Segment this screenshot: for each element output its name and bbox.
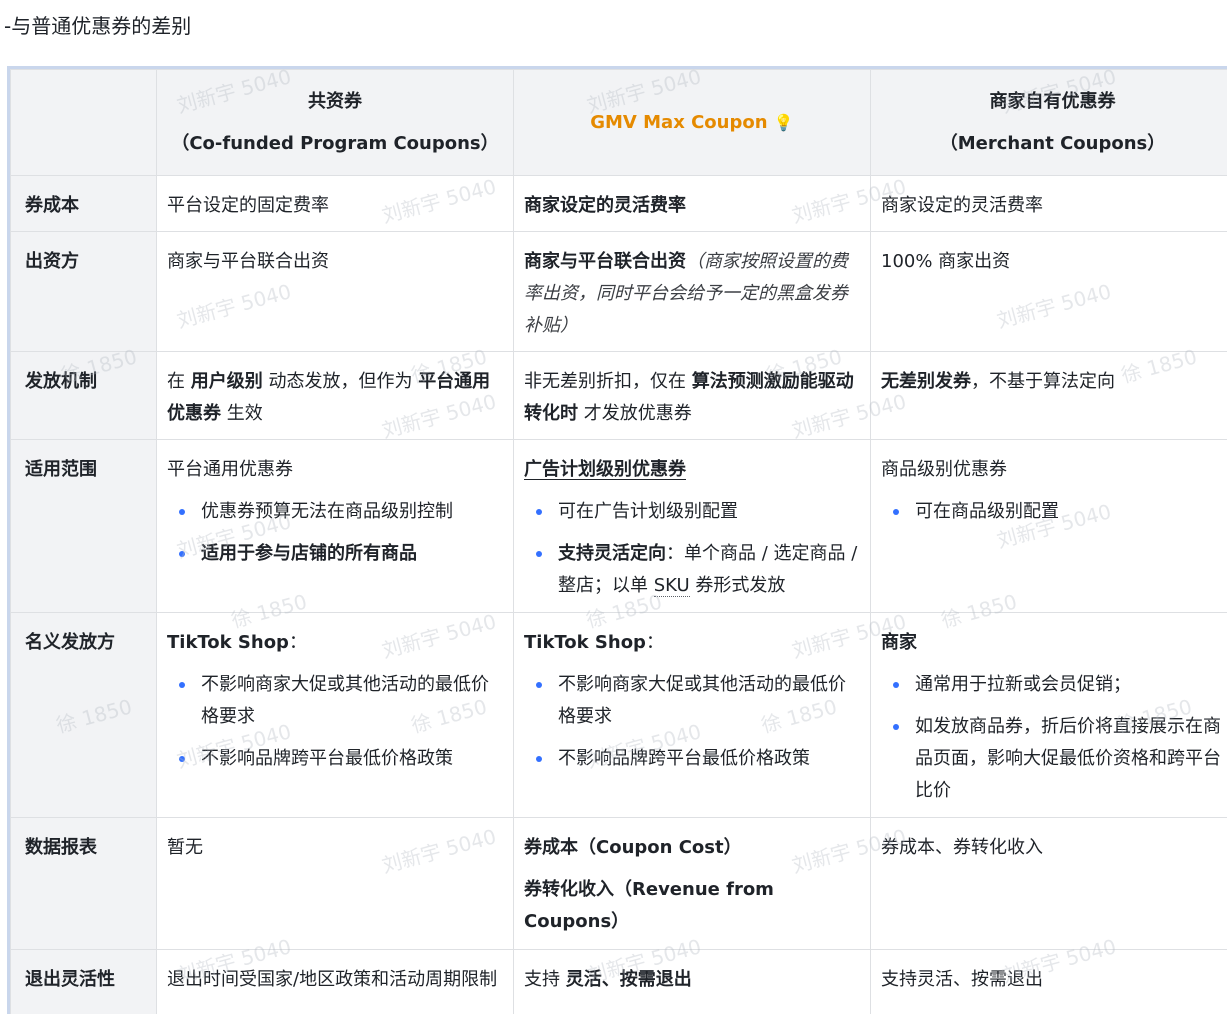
cell-report-gmv: 券成本（Coupon Cost） 券转化收入（Revenue from Coup… bbox=[513, 817, 871, 950]
cell-funder-cofunded: 商家与平台联合出资 bbox=[156, 231, 514, 352]
list-item: 适用于参与店铺的所有商品 bbox=[167, 538, 503, 570]
row-label-funder: 出资方 bbox=[10, 231, 157, 352]
text-segment: 在 bbox=[167, 371, 191, 392]
cell-issuer-merchant: 商家 通常用于拉新或会员促销； 如发放商品券，折后价将直接展示在商品页面，影响大… bbox=[870, 612, 1227, 818]
text-segment: 券形式发放 bbox=[689, 575, 786, 596]
text-bold: 券成本（Coupon Cost） bbox=[524, 837, 742, 858]
list-item: 通常用于拉新或会员促销； bbox=[881, 669, 1224, 701]
list-item: 不影响品牌跨平台最低价格政策 bbox=[524, 743, 860, 775]
sku-term[interactable]: SKU bbox=[653, 575, 690, 597]
cell-issuer-gmv-title: TikTok Shop： bbox=[524, 627, 860, 659]
cell-cost-merchant: 商家设定的灵活费率 bbox=[870, 175, 1227, 232]
text-bold: TikTok Shop bbox=[524, 632, 646, 653]
table-row: 券成本 平台设定的固定费率 商家设定的灵活费率 商家设定的灵活费率 bbox=[10, 175, 1227, 232]
cell-scope-cofunded-title: 平台通用优惠券 bbox=[167, 459, 293, 480]
table-row: 数据报表 暂无 券成本（Coupon Cost） 券转化收入（Revenue f… bbox=[10, 817, 1227, 950]
bullet-list: 不影响商家大促或其他活动的最低价格要求 不影响品牌跨平台最低价格政策 bbox=[524, 669, 860, 775]
row-label-issuer: 名义发放方 bbox=[10, 612, 157, 818]
list-item: 不影响商家大促或其他活动的最低价格要求 bbox=[524, 669, 860, 733]
cell-issuer-cofunded-title: TikTok Shop： bbox=[167, 627, 503, 659]
bullet-list: 通常用于拉新或会员促销； 如发放商品券，折后价将直接展示在商品页面，影响大促最低… bbox=[881, 669, 1224, 807]
cell-mechanism-merchant: 无差别发券，不基于算法定向 bbox=[870, 351, 1227, 440]
cell-issuer-cofunded: TikTok Shop： 不影响商家大促或其他活动的最低价格要求 不影响品牌跨平… bbox=[156, 612, 514, 818]
text-bold: TikTok Shop bbox=[167, 632, 289, 653]
comparison-table: 共资券 （Co-funded Program Coupons） GMV Max … bbox=[7, 66, 1227, 1014]
cell-exit-merchant: 支持灵活、按需退出 bbox=[870, 949, 1227, 1014]
cell-scope-cofunded: 平台通用优惠券 优惠券预算无法在商品级别控制 适用于参与店铺的所有商品 bbox=[156, 439, 514, 613]
text-segment: 非无差别折扣，仅在 bbox=[524, 371, 692, 392]
header-corner bbox=[10, 69, 157, 176]
row-label-report: 数据报表 bbox=[10, 817, 157, 950]
cell-issuer-gmv: TikTok Shop： 不影响商家大促或其他活动的最低价格要求 不影响品牌跨平… bbox=[513, 612, 871, 818]
cell-scope-gmv-title: 广告计划级别优惠券 bbox=[524, 454, 860, 486]
list-item: 优惠券预算无法在商品级别控制 bbox=[167, 496, 503, 528]
cell-scope-merchant: 商品级别优惠券 可在商品级别配置 bbox=[870, 439, 1227, 613]
cell-scope-gmv: 广告计划级别优惠券 可在广告计划级别配置 支持灵活定向：单个商品 / 选定商品 … bbox=[513, 439, 871, 613]
text-bold: 适用于参与店铺的所有商品 bbox=[201, 543, 417, 564]
cell-report-cofunded: 暂无 bbox=[156, 817, 514, 950]
row-label-exit: 退出灵活性 bbox=[10, 949, 157, 1014]
table-row: 发放机制 在 用户级别 动态发放，但作为 平台通用优惠券 生效 非无差别折扣，仅… bbox=[10, 351, 1227, 440]
list-item: 如发放商品券，折后价将直接展示在商品页面，影响大促最低价资格和跨平台比价 bbox=[881, 711, 1224, 807]
header-cofunded-subtitle: （Co-funded Program Coupons） bbox=[171, 132, 499, 154]
list-item: 可在商品级别配置 bbox=[881, 496, 1224, 528]
text-segment: ，不基于算法定向 bbox=[971, 371, 1115, 392]
table-row: 适用范围 平台通用优惠券 优惠券预算无法在商品级别控制 适用于参与店铺的所有商品… bbox=[10, 439, 1227, 613]
lightbulb-icon: 💡 bbox=[773, 112, 794, 132]
cell-cost-gmv-text: 商家设定的灵活费率 bbox=[524, 195, 686, 216]
header-merchant: 商家自有优惠券 （Merchant Coupons） bbox=[870, 69, 1227, 176]
table-header-row: 共资券 （Co-funded Program Coupons） GMV Max … bbox=[10, 69, 1227, 176]
list-item: 支持灵活定向：单个商品 / 选定商品 / 整店；以单 SKU 券形式发放 bbox=[524, 538, 860, 602]
header-merchant-title: 商家自有优惠券 bbox=[989, 90, 1116, 112]
row-label-scope: 适用范围 bbox=[10, 439, 157, 613]
cell-cost-gmv: 商家设定的灵活费率 bbox=[513, 175, 871, 232]
header-gmv-max-title: GMV Max Coupon bbox=[590, 111, 768, 133]
cell-mechanism-gmv: 非无差别折扣，仅在 算法预测激励能驱动转化时 才发放优惠券 bbox=[513, 351, 871, 440]
cell-cost-cofunded: 平台设定的固定费率 bbox=[156, 175, 514, 232]
list-item: 可在广告计划级别配置 bbox=[524, 496, 860, 528]
bullet-list: 可在商品级别配置 bbox=[881, 496, 1224, 528]
cell-report-merchant: 券成本、券转化收入 bbox=[870, 817, 1227, 950]
text-segment: ： bbox=[645, 632, 664, 653]
header-merchant-subtitle: （Merchant Coupons） bbox=[939, 132, 1166, 154]
report-cost-line: 券成本（Coupon Cost） bbox=[524, 832, 860, 864]
list-item: 不影响商家大促或其他活动的最低价格要求 bbox=[167, 669, 503, 733]
row-label-mechanism: 发放机制 bbox=[10, 351, 157, 440]
text-segment: 支持 bbox=[524, 969, 566, 990]
table-row: 退出灵活性 退出时间受国家/地区政策和活动周期限制 支持 灵活、按需退出 支持灵… bbox=[10, 949, 1227, 1014]
text-bold: 用户级别 bbox=[190, 371, 263, 392]
text-segment: 才发放优惠券 bbox=[578, 403, 692, 424]
text-segment: ： bbox=[288, 632, 307, 653]
bullet-list: 优惠券预算无法在商品级别控制 适用于参与店铺的所有商品 bbox=[167, 496, 503, 570]
text-bold: 支持灵活定向 bbox=[558, 543, 666, 564]
header-gmv-max: GMV Max Coupon 💡 bbox=[513, 69, 871, 176]
table-row: 名义发放方 TikTok Shop： 不影响商家大促或其他活动的最低价格要求 不… bbox=[10, 612, 1227, 818]
bullet-list: 不影响商家大促或其他活动的最低价格要求 不影响品牌跨平台最低价格政策 bbox=[167, 669, 503, 775]
table-row: 出资方 商家与平台联合出资 商家与平台联合出资（商家按照设置的费率出资，同时平台… bbox=[10, 231, 1227, 352]
cell-mechanism-cofunded: 在 用户级别 动态发放，但作为 平台通用优惠券 生效 bbox=[156, 351, 514, 440]
text-bold: 券转化收入（Revenue from Coupons） bbox=[524, 879, 774, 932]
cell-funder-merchant: 100% 商家出资 bbox=[870, 231, 1227, 352]
text-bold: 灵活、按需退出 bbox=[565, 969, 692, 990]
cell-funder-gmv: 商家与平台联合出资（商家按照设置的费率出资，同时平台会给予一定的黑盒发券补贴） bbox=[513, 231, 871, 352]
row-label-cost: 券成本 bbox=[10, 175, 157, 232]
bullet-list: 可在广告计划级别配置 支持灵活定向：单个商品 / 选定商品 / 整店；以单 SK… bbox=[524, 496, 860, 602]
cell-scope-merchant-title: 商品级别优惠券 bbox=[881, 459, 1007, 480]
text-underlined: 广告计划级别优惠券 bbox=[524, 459, 686, 480]
cell-funder-gmv-bold: 商家与平台联合出资 bbox=[524, 251, 686, 272]
text-bold: 无差别发券 bbox=[881, 371, 971, 392]
report-revenue-line: 券转化收入（Revenue from Coupons） bbox=[524, 874, 860, 938]
text-segment: 动态发放，但作为 bbox=[262, 371, 419, 392]
header-cofunded-title: 共资券 bbox=[308, 90, 362, 112]
header-cofunded: 共资券 （Co-funded Program Coupons） bbox=[156, 69, 514, 176]
text-segment: 生效 bbox=[221, 403, 263, 424]
cell-exit-gmv: 支持 灵活、按需退出 bbox=[513, 949, 871, 1014]
list-item: 不影响品牌跨平台最低价格政策 bbox=[167, 743, 503, 775]
cell-issuer-merchant-title: 商家 bbox=[881, 627, 1224, 659]
text-bold: 商家 bbox=[881, 632, 917, 653]
cell-exit-cofunded: 退出时间受国家/地区政策和活动周期限制 bbox=[156, 949, 514, 1014]
section-heading: -与普通优惠券的差别 bbox=[4, 14, 192, 38]
